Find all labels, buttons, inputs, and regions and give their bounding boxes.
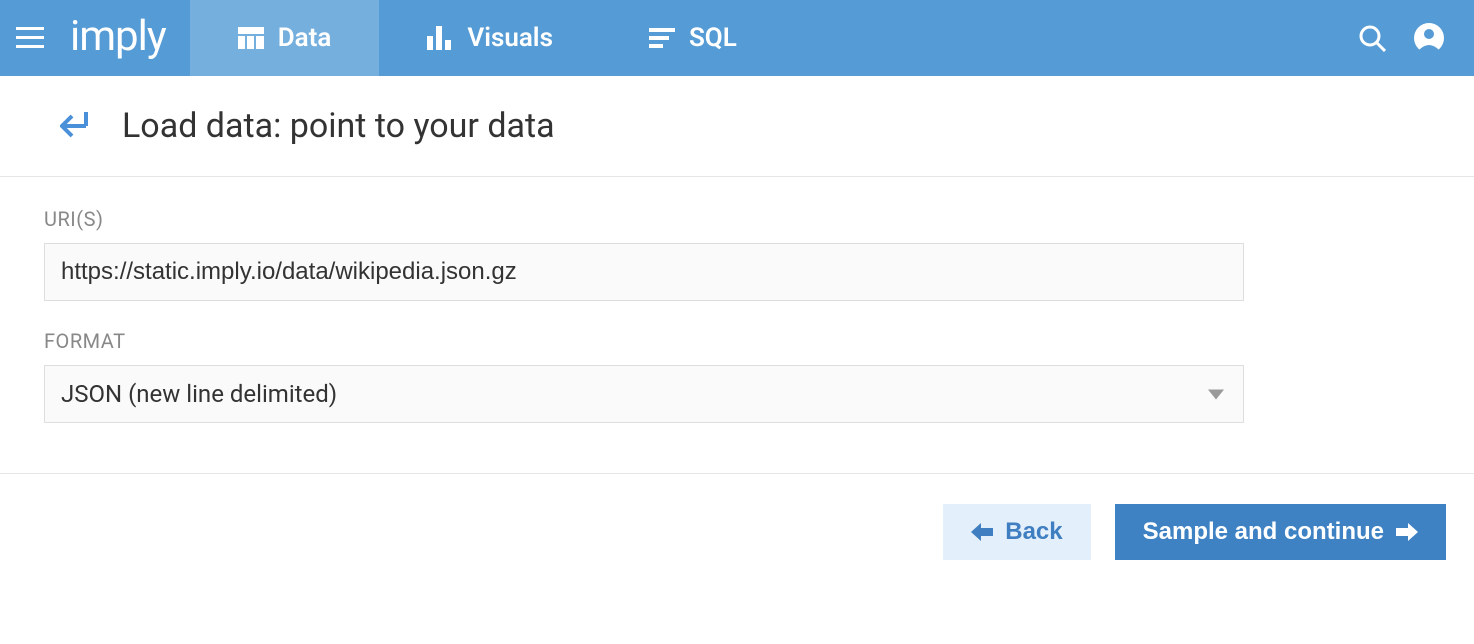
arrow-left-icon	[971, 523, 993, 541]
format-label: FORMAT	[44, 329, 1430, 353]
form-area: URI(S) FORMAT JSON (new line delimited)	[0, 177, 1474, 474]
search-icon	[1358, 24, 1386, 52]
topbar-right	[1358, 23, 1474, 53]
uris-label: URI(S)	[44, 207, 1430, 231]
format-group: FORMAT JSON (new line delimited)	[44, 329, 1430, 423]
hamburger-icon	[16, 27, 44, 49]
logo[interactable]: imply	[60, 12, 190, 65]
nav-tab-visuals[interactable]: Visuals	[379, 0, 601, 76]
nav-tabs: Data Visuals SQL	[190, 0, 785, 76]
footer: Back Sample and continue	[0, 474, 1474, 560]
back-arrow-button[interactable]	[60, 112, 92, 140]
bar-chart-icon	[427, 26, 453, 50]
nav-tab-label: Data	[278, 23, 332, 53]
back-arrow-icon	[60, 112, 92, 140]
continue-button[interactable]: Sample and continue	[1115, 504, 1446, 560]
nav-tab-sql[interactable]: SQL	[601, 0, 785, 76]
search-button[interactable]	[1358, 24, 1386, 52]
back-button-label: Back	[1005, 518, 1062, 546]
account-button[interactable]	[1414, 23, 1444, 53]
table-icon	[238, 27, 264, 49]
arrow-right-icon	[1396, 523, 1418, 541]
menu-button[interactable]	[0, 0, 60, 76]
uris-input[interactable]	[44, 243, 1244, 301]
nav-tab-data[interactable]: Data	[190, 0, 380, 76]
uris-group: URI(S)	[44, 207, 1430, 301]
format-select-value: JSON (new line delimited)	[44, 365, 1244, 423]
sql-icon	[649, 28, 675, 48]
topbar: imply Data Visuals	[0, 0, 1474, 76]
back-button[interactable]: Back	[943, 504, 1090, 560]
continue-button-label: Sample and continue	[1143, 518, 1384, 546]
account-icon	[1414, 23, 1444, 53]
title-row: Load data: point to your data	[0, 76, 1474, 177]
page-title: Load data: point to your data	[122, 106, 555, 146]
nav-tab-label: SQL	[689, 23, 737, 53]
nav-tab-label: Visuals	[467, 23, 553, 53]
format-select[interactable]: JSON (new line delimited)	[44, 365, 1244, 423]
